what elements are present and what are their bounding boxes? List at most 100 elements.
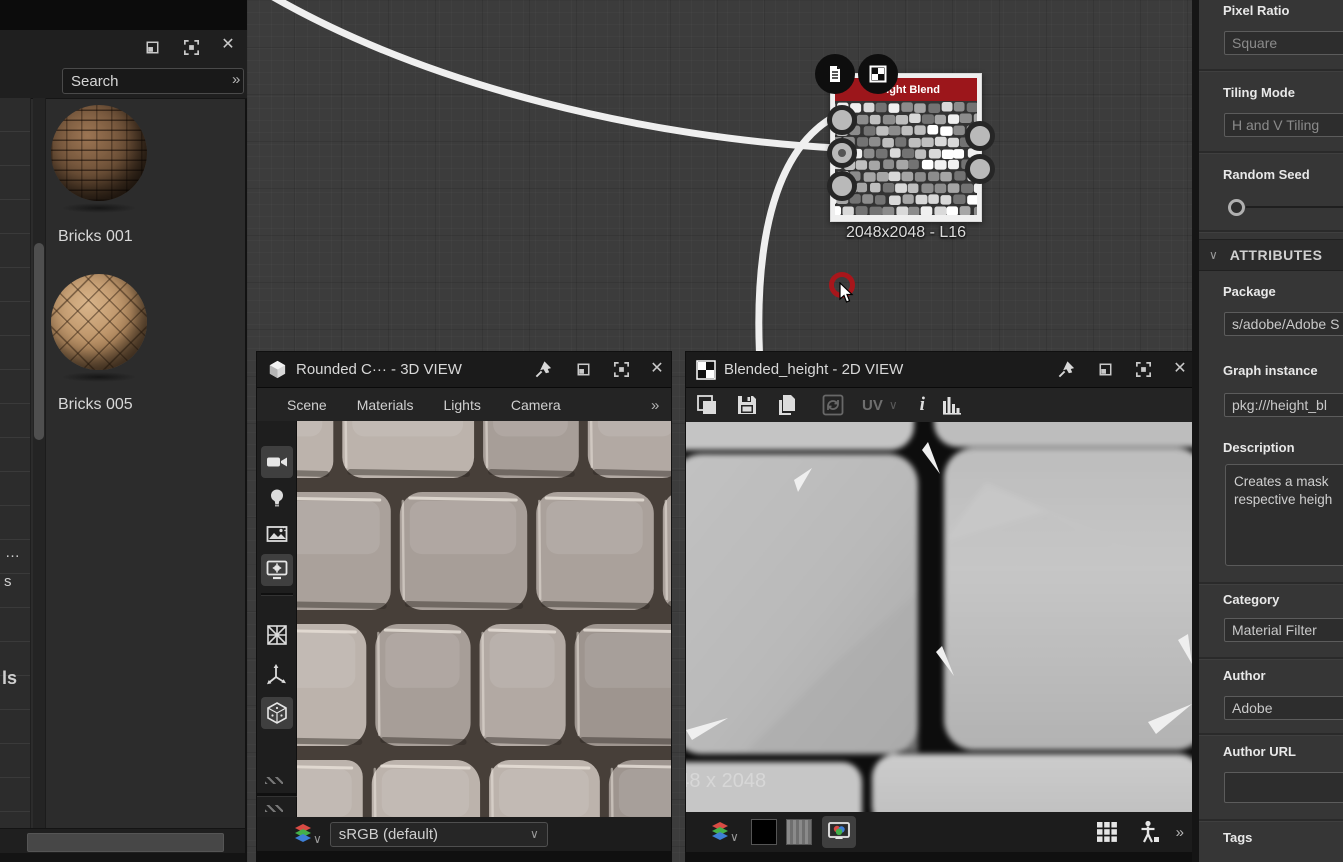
horizontal-scrollbar[interactable] [0, 828, 245, 854]
grid-icon[interactable] [1094, 819, 1120, 845]
maximize-icon[interactable] [612, 360, 631, 379]
horizontal-scrollbar-thumb[interactable] [27, 833, 224, 852]
toolbar-grip[interactable] [265, 805, 283, 812]
display-rgb-icon[interactable] [822, 816, 856, 848]
view3d-panel: Rounded C··· - 3D VIEW ✕ Scene Materials… [257, 352, 671, 862]
cube-dice-icon[interactable] [261, 697, 293, 729]
tree-item-truncated[interactable]: … [5, 544, 20, 561]
author-url-value[interactable] [1224, 772, 1343, 803]
chevron-down-icon[interactable]: ∨ [889, 398, 898, 412]
vertical-scrollbar[interactable] [33, 98, 46, 828]
camera-icon[interactable] [261, 446, 293, 478]
library-top-strip [0, 0, 247, 31]
pin-icon[interactable] [1057, 360, 1076, 379]
maximize-icon[interactable] [1134, 360, 1153, 379]
search-expand-icon[interactable]: » [232, 71, 238, 88]
chevron-down-icon: ∨ [1209, 248, 1218, 262]
input-port-2[interactable] [827, 138, 857, 168]
pin-icon[interactable] [534, 360, 553, 379]
pixel-ratio-value[interactable] [1224, 31, 1343, 55]
view3d-titlebar[interactable]: Rounded C··· - 3D VIEW ✕ [257, 352, 671, 388]
viewport-3d[interactable] [297, 421, 671, 817]
undock-icon[interactable] [143, 38, 162, 57]
tree-item-truncated[interactable]: ls [2, 668, 17, 689]
attributes-section-header[interactable]: ∨ ATTRIBUTES [1199, 239, 1343, 271]
background-gray-swatch[interactable] [786, 819, 812, 845]
material-label[interactable]: Bricks 001 [58, 228, 133, 246]
copy-icon[interactable] [772, 391, 802, 419]
description-field[interactable]: Creates a mask respective heigh [1225, 464, 1343, 566]
search-input[interactable] [62, 68, 244, 94]
graph-instance-value[interactable] [1224, 393, 1343, 417]
info-icon[interactable]: i [920, 394, 925, 416]
vertical-scrollbar-thumb[interactable] [34, 243, 44, 440]
separator [1199, 230, 1343, 233]
toolbar-grip[interactable] [265, 777, 283, 784]
menu-scene[interactable]: Scene [287, 397, 327, 413]
maximize-icon[interactable] [182, 38, 201, 57]
chevron-down-icon[interactable]: ∨ [730, 830, 739, 844]
undock-icon[interactable] [1096, 360, 1115, 379]
tags-label: Tags [1223, 830, 1252, 845]
tiling-mode-label: Tiling Mode [1223, 85, 1295, 100]
viewport-2d[interactable]: 2048 x 2048 [686, 422, 1192, 812]
input-port-3[interactable] [827, 171, 857, 201]
undock-icon[interactable] [574, 360, 593, 379]
uv-mode-label[interactable]: UV [862, 397, 883, 414]
package-label: Package [1223, 284, 1276, 299]
menu-materials[interactable]: Materials [357, 397, 414, 413]
close-icon[interactable]: ✕ [647, 361, 667, 377]
output-port-2[interactable] [965, 154, 995, 184]
view3d-bottombar: ∨ sRGB (default) ∨ [257, 817, 671, 851]
height-blend-node[interactable]: Height Blend [830, 73, 982, 222]
package-value[interactable] [1224, 312, 1343, 336]
material-thumbnail-bricks-005[interactable] [51, 274, 147, 370]
layers-icon[interactable] [291, 822, 315, 846]
library-search-row: » [0, 64, 247, 99]
document-badge-icon[interactable] [815, 54, 855, 94]
geometry-icon[interactable] [261, 619, 293, 651]
random-seed-slider-knob[interactable] [1228, 199, 1245, 216]
view2d-titlebar[interactable]: Blended_height - 2D VIEW ✕ [686, 352, 1192, 388]
tree-item-truncated[interactable]: s [4, 573, 12, 590]
separator [1199, 151, 1343, 154]
lightbulb-icon[interactable] [261, 482, 293, 514]
mannequin-icon[interactable] [1136, 819, 1162, 845]
close-icon[interactable]: ✕ [218, 37, 238, 53]
view2d-panel: Blended_height - 2D VIEW ✕ UV ∨ i [686, 352, 1192, 862]
random-seed-slider-track[interactable] [1246, 206, 1343, 208]
output-port-1[interactable] [965, 121, 995, 151]
category-label: Category [1223, 592, 1279, 607]
layers-icon[interactable] [708, 820, 732, 844]
colorspace-dropdown[interactable]: sRGB (default) ∨ [330, 822, 548, 847]
material-thumbnail-bricks-001[interactable] [51, 105, 147, 201]
save-icon[interactable] [732, 391, 762, 419]
tiling-mode-value[interactable] [1224, 113, 1343, 137]
separator [1199, 733, 1343, 736]
category-value[interactable] [1224, 618, 1343, 642]
author-value[interactable] [1224, 696, 1343, 720]
chevron-down-icon[interactable]: ∨ [313, 832, 322, 846]
background-black-swatch[interactable] [751, 819, 777, 845]
menu-camera[interactable]: Camera [511, 397, 561, 413]
close-icon[interactable]: ✕ [1170, 361, 1190, 377]
environment-icon[interactable] [261, 518, 293, 550]
new-view-icon[interactable] [692, 391, 722, 419]
separator [1199, 819, 1343, 822]
sync-image-icon[interactable] [818, 391, 848, 419]
view2d-title: Blended_height - 2D VIEW [724, 361, 903, 378]
menu-overflow-icon[interactable]: » [651, 397, 657, 414]
histogram-icon[interactable] [937, 391, 967, 419]
quad-badge-icon[interactable] [858, 54, 898, 94]
library-category-tree[interactable] [0, 98, 31, 828]
graph-instance-label: Graph instance [1223, 363, 1318, 378]
view2d-bottombar: ∨ » [686, 812, 1192, 852]
library-panel: ✕ » … s ls Bricks 001 Bricks 005 [0, 0, 247, 862]
display-settings-icon[interactable] [261, 554, 293, 586]
toolbar-overflow-icon[interactable]: » [1176, 824, 1182, 841]
menu-lights[interactable]: Lights [444, 397, 481, 413]
input-port-1[interactable] [827, 105, 857, 135]
attributes-header-label: ATTRIBUTES [1230, 247, 1323, 263]
material-label[interactable]: Bricks 005 [58, 396, 133, 414]
axis-gizmo-icon[interactable] [261, 659, 293, 691]
